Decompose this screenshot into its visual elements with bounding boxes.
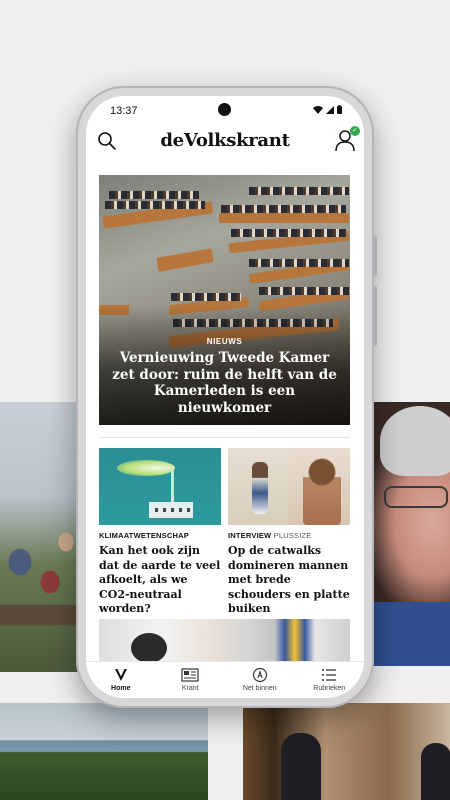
search-button[interactable]	[96, 130, 118, 152]
app-logo[interactable]: deVolkskrant	[126, 130, 324, 151]
article-card[interactable]: KLIMAATWETENSCHAP Kan het ook zijn dat d…	[99, 448, 221, 617]
article-kicker: KLIMAATWETENSCHAP	[99, 531, 189, 540]
tab-label: Rubrieken	[313, 685, 346, 692]
article-thumbnail	[99, 448, 221, 525]
tab-net-binnen[interactable]: Net binnen	[225, 662, 295, 698]
battery-icon	[337, 105, 342, 114]
wifi-icon	[313, 105, 323, 114]
tab-label: Krant	[181, 685, 199, 692]
background-photo-parliament	[243, 703, 450, 800]
tab-label: Home	[111, 685, 131, 692]
status-bar: 13:37	[86, 96, 364, 124]
article-subkicker: PLUSSIZE	[273, 531, 312, 540]
v-logo-icon	[114, 669, 127, 681]
article-title[interactable]: Op de catwalks domineren mannen met bred…	[228, 544, 350, 617]
article-card[interactable]: INTERVIEW PLUSSIZE Op de catwalks domine…	[228, 448, 350, 617]
hero-headline[interactable]: Vernieuwing Tweede Kamer zet door: ruim …	[109, 350, 340, 416]
article-thumbnail	[228, 448, 350, 525]
clock-badge-icon	[252, 667, 267, 683]
tab-krant[interactable]: Krant	[156, 662, 226, 698]
phone-frame: 13:37 deVolkskrant ✓ NIEUWS Vernieuwing …	[76, 86, 377, 708]
logged-in-check-icon: ✓	[350, 126, 360, 136]
section-divider	[99, 437, 350, 438]
status-icons	[313, 105, 342, 114]
tab-home[interactable]: Home	[86, 662, 156, 698]
background-photo-crowd	[0, 402, 78, 672]
next-article-preview[interactable]	[99, 619, 350, 661]
app-header: deVolkskrant ✓	[86, 124, 364, 168]
hero-article[interactable]: NIEUWS Vernieuwing Tweede Kamer zet door…	[99, 175, 350, 425]
newspaper-icon	[181, 668, 199, 682]
phone-screen: 13:37 deVolkskrant ✓ NIEUWS Vernieuwing …	[86, 96, 364, 698]
background-photo-elderly-woman	[372, 402, 450, 666]
signal-icon	[326, 105, 334, 114]
hero-section-label: NIEUWS	[206, 337, 243, 346]
account-button[interactable]: ✓	[334, 126, 360, 154]
front-camera	[218, 103, 231, 116]
tab-label: Net binnen	[242, 685, 277, 692]
background-photo-landscape	[0, 703, 208, 800]
list-icon	[322, 669, 337, 681]
tab-rubrieken[interactable]: Rubrieken	[295, 662, 365, 698]
status-time: 13:37	[110, 105, 138, 117]
search-icon	[98, 132, 116, 150]
article-title[interactable]: Kan het ook zijn dat de aarde te veel af…	[99, 544, 221, 617]
bottom-tab-bar: Home Krant Net binnen Rubrieken	[86, 661, 364, 698]
article-kicker: INTERVIEW PLUSSIZE	[228, 531, 312, 540]
